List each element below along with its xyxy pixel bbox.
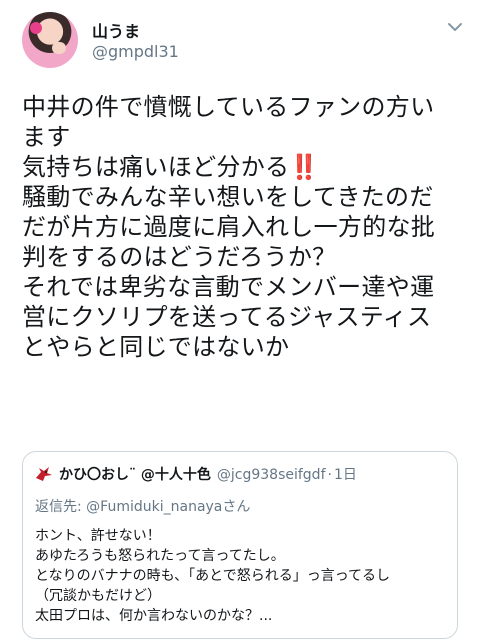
quoted-timestamp[interactable]: 1日 <box>334 467 357 483</box>
reply-mention-link[interactable]: @Fumiduki_nanaya <box>86 499 222 515</box>
avatar[interactable] <box>22 12 78 68</box>
tweet-line: 気持ちは痛いほど分かる‼️ <box>22 152 458 182</box>
display-name[interactable]: 山うま <box>92 18 140 42</box>
quoted-header: かひ〇おし¨ @十人十色 @jcg938seifgdf · 1日 <box>35 464 357 484</box>
quoted-text: ホント、許せない！ あゆたろうも怒られたって言ってたし。 となりのバナナの時も、… <box>35 526 390 626</box>
tweet-line: だが片方に過度に肩入れし一方的な批 <box>22 213 436 241</box>
tweet-line-text: 気持ちは痛いほど分かる <box>22 153 290 181</box>
chevron-down-icon[interactable] <box>446 18 464 36</box>
double-exclamation-emoji: ‼️ <box>289 153 320 181</box>
reply-prefix: 返信先: <box>35 499 87 515</box>
separator-dot: · <box>327 467 332 483</box>
quoted-tweet[interactable]: かひ〇おし¨ @十人十色 @jcg938seifgdf · 1日 返信先: @Fumi… <box>22 451 458 639</box>
quoted-line: あゆたろうも怒られたって言ってたし。 <box>35 548 285 564</box>
quoted-handle[interactable]: @jcg938seifgdf <box>217 467 326 483</box>
quoted-line: 太田プロは、何か言わないのかな？... <box>35 608 273 624</box>
handle[interactable]: @gmpdl31 <box>92 42 179 61</box>
tweet-line: 営にクソリプを送ってるジャスティス <box>22 303 432 331</box>
tweet-line: ます <box>22 123 71 151</box>
quoted-display-name[interactable]: かひ〇おし¨ @十人十色 <box>59 467 211 483</box>
tweet-line: それでは卑劣な言動でメンバー達や運 <box>22 273 435 301</box>
reply-suffix: さん <box>222 499 251 515</box>
quoted-line: （冗談かもだけど） <box>35 588 161 604</box>
tweet-header: 山うま @gmpdl31 <box>0 0 480 80</box>
avatar-bow <box>30 22 42 34</box>
bird-emoji-icon <box>36 467 52 481</box>
quoted-line: となりのバナナの時も、「あとで怒られる」っ言ってるし <box>35 568 391 584</box>
reply-context: 返信先: @Fumiduki_nanayaさん <box>35 496 250 516</box>
tweet-text: 中井の件で憤慨しているファンの方い ます 気持ちは痛いほど分かる‼️ 騒動でみん… <box>22 92 458 362</box>
tweet-line: とやらと同じではないか <box>22 333 290 361</box>
avatar-hand <box>52 42 66 54</box>
tweet-line: 中井の件で憤慨しているファンの方い <box>22 93 435 121</box>
tweet-line: 騒動でみんな辛い想いをしてきたのだ <box>22 183 434 211</box>
tweet-line: 判をするのはどうだろうか？ <box>22 243 337 271</box>
quoted-line: ホント、許せない！ <box>35 528 161 544</box>
